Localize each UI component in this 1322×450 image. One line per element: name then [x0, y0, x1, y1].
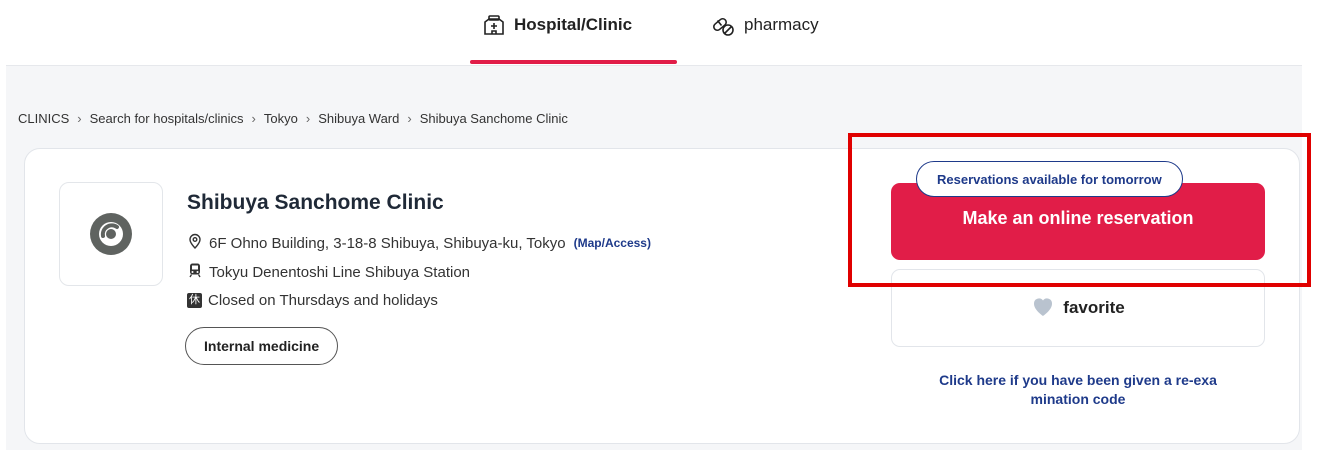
chevron-right-icon: ›	[251, 111, 256, 126]
breadcrumb-current: Shibuya Sanchome Clinic	[419, 111, 568, 126]
main-content: CLINICS › Search for hospitals/clinics ›…	[6, 66, 1302, 450]
chevron-right-icon: ›	[77, 111, 82, 126]
station-text: Tokyu Denentoshi Line Shibuya Station	[209, 263, 471, 281]
reexamination-code-link[interactable]: Click here if you have been given a re-e…	[885, 371, 1271, 409]
clinic-name: Shibuya Sanchome Clinic	[187, 191, 444, 214]
availability-badge: Reservations available for tomorrow	[916, 161, 1183, 197]
location-pin-icon	[187, 233, 203, 253]
clinic-logo-icon	[90, 213, 132, 255]
chevron-right-icon: ›	[407, 111, 412, 126]
breadcrumb: CLINICS › Search for hospitals/clinics ›…	[18, 111, 568, 126]
tab-hospital-clinic[interactable]: Hospital/Clinic	[482, 10, 632, 40]
closed-badge: 休	[187, 293, 202, 308]
breadcrumb-item-tokyo[interactable]: Tokyo	[264, 111, 298, 126]
clinic-card: Shibuya Sanchome Clinic 6F Ohno Building…	[24, 148, 1300, 444]
clinic-station: Tokyu Denentoshi Line Shibuya Station	[187, 262, 470, 282]
closed-text: Closed on Thursdays and holidays	[208, 292, 438, 309]
specialty-tag[interactable]: Internal medicine	[185, 327, 339, 365]
reexam-link-line1: Click here if you have been given a re-e…	[939, 372, 1217, 388]
favorite-label: favorite	[1063, 298, 1125, 317]
reexam-link-line2: mination code	[1030, 391, 1126, 407]
address-text: 6F Ohno Building, 3-18-8 Shibuya, Shibuy…	[209, 234, 566, 252]
clinic-address: 6F Ohno Building, 3-18-8 Shibuya, Shibuy…	[187, 233, 651, 253]
heart-icon	[1031, 295, 1055, 322]
favorite-button[interactable]: favorite	[891, 269, 1265, 347]
tab-label: pharmacy	[744, 15, 819, 34]
hospital-icon	[482, 13, 506, 37]
tab-label: Hospital/Clinic	[514, 15, 633, 34]
active-tab-indicator	[470, 60, 677, 64]
pill-icon	[710, 12, 736, 38]
breadcrumb-item-search[interactable]: Search for hospitals/clinics	[90, 111, 244, 126]
clinic-logo	[59, 182, 163, 286]
train-icon	[187, 262, 203, 282]
breadcrumb-item-clinics[interactable]: CLINICS	[18, 111, 69, 126]
breadcrumb-item-shibuya-ward[interactable]: Shibuya Ward	[318, 111, 399, 126]
tab-pharmacy[interactable]: pharmacy	[710, 10, 819, 40]
clinic-closed-days: 休 Closed on Thursdays and holidays	[187, 292, 438, 309]
map-access-link[interactable]: (Map/Access)	[574, 236, 651, 250]
top-nav: Hospital/Clinic pharmacy	[0, 0, 1322, 66]
chevron-right-icon: ›	[305, 111, 311, 126]
